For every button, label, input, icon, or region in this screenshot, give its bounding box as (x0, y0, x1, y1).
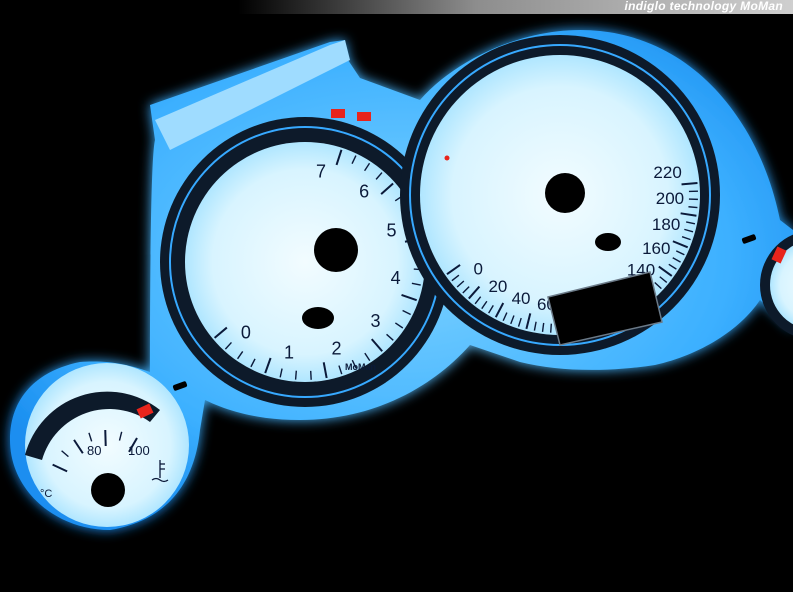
speed-label-0: 0 (474, 260, 483, 279)
top-banner: indiglo technology MoMan (0, 0, 793, 14)
speed-label-220: 220 (653, 163, 681, 182)
tach-label-3: 3 (370, 311, 380, 331)
temp-label-100: 100 (128, 443, 150, 458)
speed-mark-red (444, 155, 450, 161)
speed-label-40: 40 (512, 289, 531, 308)
tachometer-face (185, 142, 425, 382)
banner-caption: indiglo technology MoMan (624, 0, 783, 13)
tach-needle-hole (314, 228, 358, 272)
speed-label-180: 180 (652, 215, 680, 234)
tach-redline-block (357, 112, 371, 121)
minor-tick (294, 370, 298, 380)
temp-needle-hole (91, 473, 125, 507)
major-tick (681, 181, 698, 186)
instrument-cluster: 0 1 2 3 4 5 6 7 MoMan 0 20 40 60 140 160… (10, 30, 793, 530)
instrument-cluster-photo: 0 1 2 3 4 5 6 7 MoMan 0 20 40 60 140 160… (0, 14, 793, 592)
temperature-gauge: 80 100 °C (25, 363, 189, 527)
tach-label-5: 5 (386, 221, 396, 241)
temp-label-80: 80 (87, 443, 101, 458)
speed-indicator-hole (595, 233, 621, 251)
banner-brand: MoMan (740, 0, 783, 13)
speed-needle-hole (545, 173, 585, 213)
tach-indicator-hole (302, 307, 334, 329)
tach-redline-block (331, 109, 345, 118)
speed-label-20: 20 (488, 277, 507, 296)
tach-label-6: 6 (359, 182, 369, 202)
speed-label-160: 160 (642, 239, 670, 258)
banner-prefix: indiglo technology (624, 0, 737, 13)
speed-label-200: 200 (656, 189, 684, 208)
tach-brand-label: MoMan (345, 362, 376, 372)
temp-unit-label: °C (40, 488, 52, 500)
tach-label-7: 7 (316, 161, 326, 181)
minor-tick (688, 206, 698, 209)
tach-label-0: 0 (241, 322, 251, 342)
tach-label-4: 4 (391, 268, 401, 288)
minor-tick (550, 323, 553, 333)
tach-label-1: 1 (284, 343, 294, 363)
speedometer: 0 20 40 60 80 100 120 140 160 180 200 22… (400, 35, 720, 355)
tach-label-2: 2 (331, 338, 341, 358)
